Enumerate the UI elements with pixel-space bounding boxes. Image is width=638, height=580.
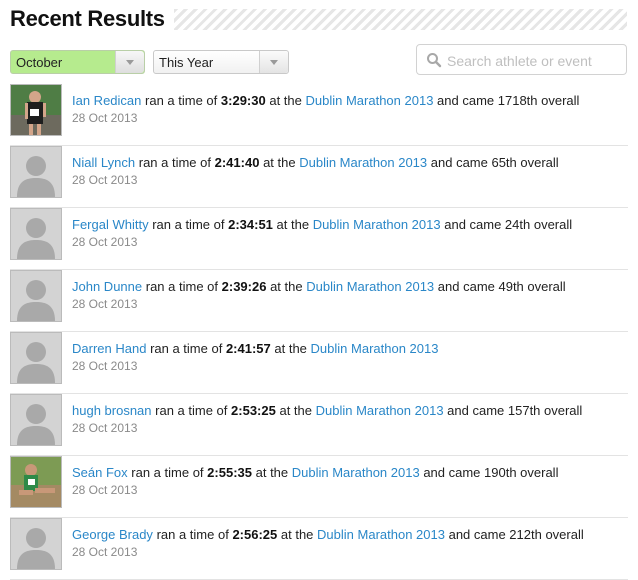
result-date: 28 Oct 2013: [72, 483, 138, 497]
search-icon: [426, 52, 442, 68]
result-date: 28 Oct 2013: [72, 235, 138, 249]
result-summary: Niall Lynch ran a time of 2:41:40 at the…: [72, 155, 559, 170]
result-summary: Darren Hand ran a time of 2:41:57 at the…: [72, 341, 438, 356]
finish-time: 2:56:25: [232, 527, 278, 542]
athlete-link[interactable]: Fergal Whitty: [72, 217, 149, 232]
result-row: Fergal Whitty ran a time of 2:34:51 at t…: [10, 208, 628, 270]
summary-text: ran a time of: [138, 155, 211, 170]
event-link[interactable]: Dublin Marathon 2013: [292, 465, 420, 480]
finish-time: 2:53:25: [231, 403, 276, 418]
finish-time: 2:39:26: [221, 279, 267, 294]
summary-text: at the: [276, 217, 310, 232]
event-link[interactable]: Dublin Marathon 2013: [306, 279, 434, 294]
placement-text: and came 24th overall: [444, 217, 573, 232]
result-summary: Ian Redican ran a time of 3:29:30 at the…: [72, 93, 579, 108]
athlete-link[interactable]: George Brady: [72, 527, 153, 542]
results-list: Ian Redican ran a time of 3:29:30 at the…: [10, 84, 628, 580]
page-title: Recent Results: [10, 6, 173, 32]
summary-text: at the: [280, 527, 314, 542]
summary-text: ran a time of: [155, 403, 228, 418]
finish-time: 2:55:35: [207, 465, 252, 480]
default-avatar-icon[interactable]: [10, 270, 62, 322]
finish-time: 2:41:40: [214, 155, 260, 170]
year-select[interactable]: This Year: [153, 50, 289, 74]
summary-text: ran a time of: [156, 527, 229, 542]
summary-text: at the: [274, 341, 307, 356]
month-select-value: October: [16, 55, 63, 70]
chevron-down-icon[interactable]: [115, 51, 144, 73]
result-date: 28 Oct 2013: [72, 173, 138, 187]
result-summary: George Brady ran a time of 2:56:25 at th…: [72, 527, 584, 542]
default-avatar-icon[interactable]: [10, 208, 62, 260]
default-avatar-icon[interactable]: [10, 394, 62, 446]
summary-text: at the: [263, 155, 296, 170]
year-select-value: This Year: [159, 55, 214, 70]
event-link[interactable]: Dublin Marathon 2013: [317, 527, 445, 542]
search-input[interactable]: [445, 50, 624, 72]
event-link[interactable]: Dublin Marathon 2013: [313, 217, 441, 232]
placement-text: and came 157th overall: [447, 403, 583, 418]
placement-text: and came 1718th overall: [437, 93, 580, 108]
default-avatar-icon[interactable]: [10, 146, 62, 198]
summary-text: ran a time of: [145, 279, 219, 294]
header-stripes: [174, 9, 627, 30]
athlete-link[interactable]: hugh brosnan: [72, 403, 152, 418]
placement-text: and came 49th overall: [437, 279, 566, 294]
result-date: 28 Oct 2013: [72, 359, 138, 373]
event-link[interactable]: Dublin Marathon 2013: [299, 155, 427, 170]
result-summary: Fergal Whitty ran a time of 2:34:51 at t…: [72, 217, 572, 232]
summary-text: ran a time of: [152, 217, 225, 232]
athlete-link[interactable]: Niall Lynch: [72, 155, 135, 170]
result-date: 28 Oct 2013: [72, 421, 138, 435]
event-link[interactable]: Dublin Marathon 2013: [316, 403, 444, 418]
default-avatar-icon[interactable]: [10, 332, 62, 384]
default-avatar-icon[interactable]: [10, 518, 62, 570]
month-select[interactable]: October: [10, 50, 145, 74]
summary-text: at the: [279, 403, 312, 418]
result-row: George Brady ran a time of 2:56:25 at th…: [10, 518, 628, 580]
result-row: Darren Hand ran a time of 2:41:57 at the…: [10, 332, 628, 394]
summary-text: ran a time of: [131, 465, 204, 480]
placement-text: and came 65th overall: [430, 155, 559, 170]
event-link[interactable]: Dublin Marathon 2013: [306, 93, 434, 108]
finish-time: 2:34:51: [228, 217, 273, 232]
finish-time: 3:29:30: [220, 93, 266, 108]
summary-text: at the: [269, 93, 302, 108]
event-link[interactable]: Dublin Marathon 2013: [311, 341, 439, 356]
search-box[interactable]: [416, 44, 627, 75]
result-date: 28 Oct 2013: [72, 545, 138, 559]
summary-text: at the: [255, 465, 289, 480]
summary-text: ran a time of: [145, 93, 218, 108]
result-date: 28 Oct 2013: [72, 297, 138, 311]
chevron-down-icon[interactable]: [259, 51, 288, 73]
result-date: 28 Oct 2013: [72, 111, 138, 125]
result-row: Seán Fox ran a time of 2:55:35 at the Du…: [10, 456, 628, 518]
summary-text: at the: [270, 279, 303, 294]
summary-text: ran a time of: [150, 341, 223, 356]
placement-text: and came 190th overall: [423, 465, 559, 480]
athlete-avatar[interactable]: [10, 84, 62, 136]
result-summary: Seán Fox ran a time of 2:55:35 at the Du…: [72, 465, 558, 480]
athlete-avatar[interactable]: [10, 456, 62, 508]
athlete-link[interactable]: Darren Hand: [72, 341, 146, 356]
athlete-link[interactable]: John Dunne: [72, 279, 142, 294]
athlete-link[interactable]: Ian Redican: [72, 93, 141, 108]
result-row: Ian Redican ran a time of 3:29:30 at the…: [10, 84, 628, 146]
finish-time: 2:41:57: [225, 341, 271, 356]
result-summary: John Dunne ran a time of 2:39:26 at the …: [72, 279, 566, 294]
result-row: hugh brosnan ran a time of 2:53:25 at th…: [10, 394, 628, 456]
placement-text: and came 212th overall: [448, 527, 584, 542]
result-summary: hugh brosnan ran a time of 2:53:25 at th…: [72, 403, 582, 418]
athlete-link[interactable]: Seán Fox: [72, 465, 128, 480]
result-row: Niall Lynch ran a time of 2:41:40 at the…: [10, 146, 628, 208]
page-header: Recent Results: [10, 4, 628, 34]
result-row: John Dunne ran a time of 2:39:26 at the …: [10, 270, 628, 332]
